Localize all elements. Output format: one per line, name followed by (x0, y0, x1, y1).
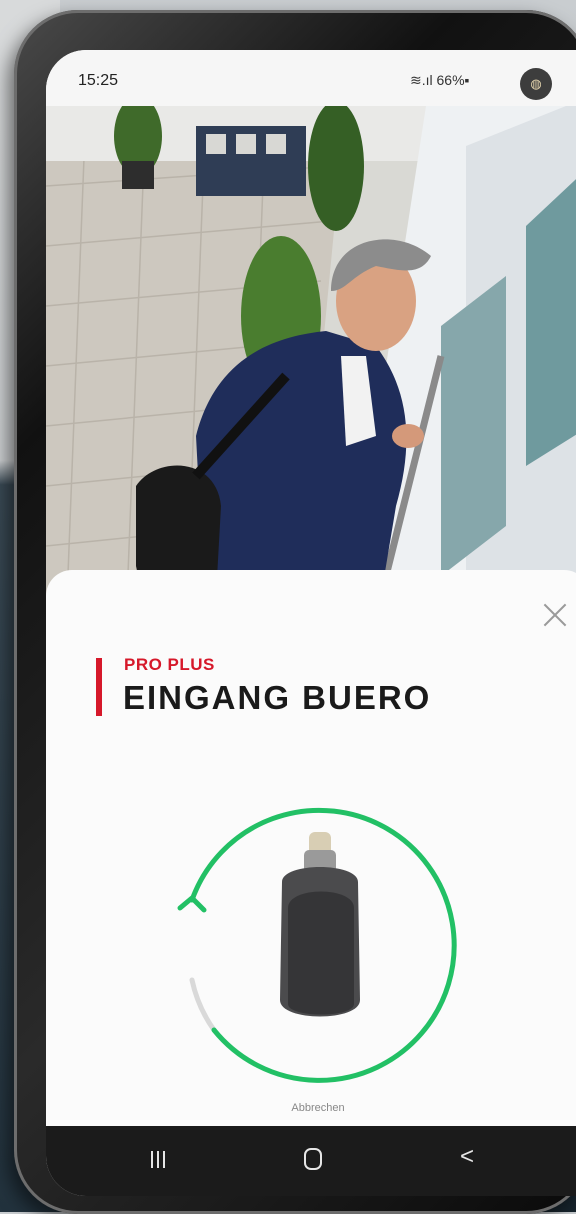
door-name-title: EINGANG BUERO (123, 679, 432, 716)
phone-screen: 15:25 ≋.ıl 66%▪ ◍ PRO PLUS EINGANG BUERO… (46, 50, 576, 1196)
wifi-signal-battery-icon: ≋.ıl 66%▪ (410, 72, 470, 88)
avatar-icon: ◍ (530, 76, 542, 91)
lock-cylinder-icon (280, 832, 360, 1017)
doorway-photo-illustration (46, 106, 576, 626)
recents-icon[interactable] (151, 1151, 165, 1168)
status-bar: 15:25 ≋.ıl 66%▪ ◍ (46, 50, 576, 106)
doorway-photo (46, 106, 576, 626)
phone-frame: 15:25 ≋.ıl 66%▪ ◍ PRO PLUS EINGANG BUERO… (14, 10, 576, 1214)
arrow-head-icon (177, 895, 207, 913)
device-type-label: PRO PLUS (124, 655, 215, 674)
lock-sheet: PRO PLUS EINGANG BUERO Abbrechen (46, 570, 576, 1130)
lock-progress-ring (177, 807, 457, 1083)
back-icon[interactable]: < (460, 1143, 474, 1171)
title-accent-bar (96, 658, 102, 716)
close-icon[interactable] (540, 600, 570, 630)
status-time: 15:25 (78, 72, 119, 89)
status-icons: ≋.ıl 66%▪ (410, 72, 470, 89)
avatar[interactable]: ◍ (520, 68, 552, 100)
system-nav-bar: < (46, 1126, 576, 1196)
cancel-button[interactable]: Abbrechen (46, 1102, 576, 1114)
home-icon[interactable] (304, 1148, 322, 1170)
